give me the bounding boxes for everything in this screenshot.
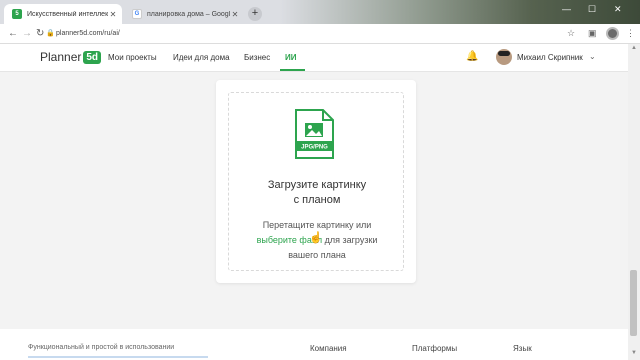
- scroll-down-icon[interactable]: ▼: [631, 350, 637, 356]
- reload-icon[interactable]: ↻: [36, 28, 44, 39]
- footer: Функциональный и простой в использовании…: [0, 329, 628, 360]
- scrollbar[interactable]: ▲ ▼: [628, 44, 640, 360]
- scroll-up-icon[interactable]: ▲: [631, 45, 637, 51]
- chevron-down-icon[interactable]: ⌄: [589, 52, 596, 61]
- user-avatar[interactable]: [496, 49, 512, 65]
- user-name[interactable]: Михаил Скрипник: [517, 53, 583, 62]
- nav-business[interactable]: Бизнес: [244, 53, 270, 62]
- page: Planner 5d Мои проекты Идеи для дома Биз…: [0, 44, 628, 360]
- theme-background: [280, 0, 640, 24]
- nav-my-projects[interactable]: Мои проекты: [108, 53, 157, 62]
- nav-home-ideas[interactable]: Идеи для дома: [173, 53, 230, 62]
- active-nav-underline: [280, 69, 305, 71]
- upload-hint-line2: для загрузки: [322, 235, 378, 245]
- upload-hint-line3: вашего плана: [288, 250, 346, 260]
- minimize-icon[interactable]: —: [562, 4, 571, 14]
- upload-title: Загрузите картинку с планом: [229, 178, 405, 208]
- logo[interactable]: Planner 5d: [40, 50, 102, 64]
- upload-title-line1: Загрузите картинку: [267, 179, 367, 191]
- lock-icon: 🔒: [46, 30, 55, 37]
- browser-chrome: 5 Искусственный интеллект - Pla ✕ G план…: [0, 0, 640, 44]
- back-icon[interactable]: ←: [8, 28, 18, 39]
- upload-card: JPG/PNG Загрузите картинку с планом Пере…: [216, 80, 416, 283]
- google-favicon-icon: G: [132, 9, 142, 19]
- drop-zone[interactable]: JPG/PNG Загрузите картинку с планом Пере…: [228, 92, 404, 271]
- footer-platforms[interactable]: Платформы: [412, 344, 457, 353]
- tab-inactive[interactable]: G планировка дома – Google По ✕: [124, 4, 244, 24]
- new-tab-button[interactable]: +: [248, 7, 262, 21]
- profile-avatar[interactable]: [606, 27, 619, 40]
- close-tab-icon[interactable]: ✕: [230, 10, 240, 19]
- footer-link-underline: [28, 356, 208, 358]
- address-bar: ← → ↻ 🔒 planner5d.com/ru/ai/ ☆ ▣ ⋮: [0, 24, 640, 44]
- tab-title: Искусственный интеллект - Pla: [27, 10, 108, 18]
- extension-icon[interactable]: ▣: [588, 28, 597, 39]
- footer-text: Функциональный и простой в использовании: [28, 344, 175, 351]
- logo-badge: 5d: [83, 50, 102, 64]
- footer-language[interactable]: Язык: [513, 344, 532, 353]
- planner5d-favicon-icon: 5: [12, 9, 22, 19]
- file-type-label: JPG/PNG: [301, 145, 328, 151]
- close-tab-icon[interactable]: ✕: [108, 10, 118, 19]
- hand-cursor-icon: ☝: [309, 232, 323, 244]
- footer-company[interactable]: Компания: [310, 344, 347, 353]
- tab-active[interactable]: 5 Искусственный интеллект - Pla ✕: [4, 4, 122, 24]
- scrollbar-thumb[interactable]: [630, 270, 637, 336]
- tab-title: планировка дома – Google По: [147, 10, 230, 18]
- nav-ai[interactable]: ИИ: [285, 53, 297, 62]
- maximize-icon[interactable]: ☐: [588, 4, 596, 15]
- site-header: Planner 5d Мои проекты Идеи для дома Биз…: [0, 44, 628, 72]
- url-field[interactable]: planner5d.com/ru/ai/: [56, 30, 120, 37]
- close-window-icon[interactable]: ✕: [614, 4, 622, 15]
- upload-title-line2: с планом: [293, 194, 341, 206]
- logo-text: Planner: [40, 50, 82, 64]
- star-icon[interactable]: ☆: [567, 28, 575, 39]
- image-file-icon: JPG/PNG: [295, 109, 334, 159]
- menu-dots-icon[interactable]: ⋮: [626, 28, 635, 39]
- tab-strip: 5 Искусственный интеллект - Pla ✕ G план…: [0, 0, 640, 24]
- bell-icon[interactable]: 🔔: [466, 51, 478, 62]
- forward-icon[interactable]: →: [22, 28, 32, 39]
